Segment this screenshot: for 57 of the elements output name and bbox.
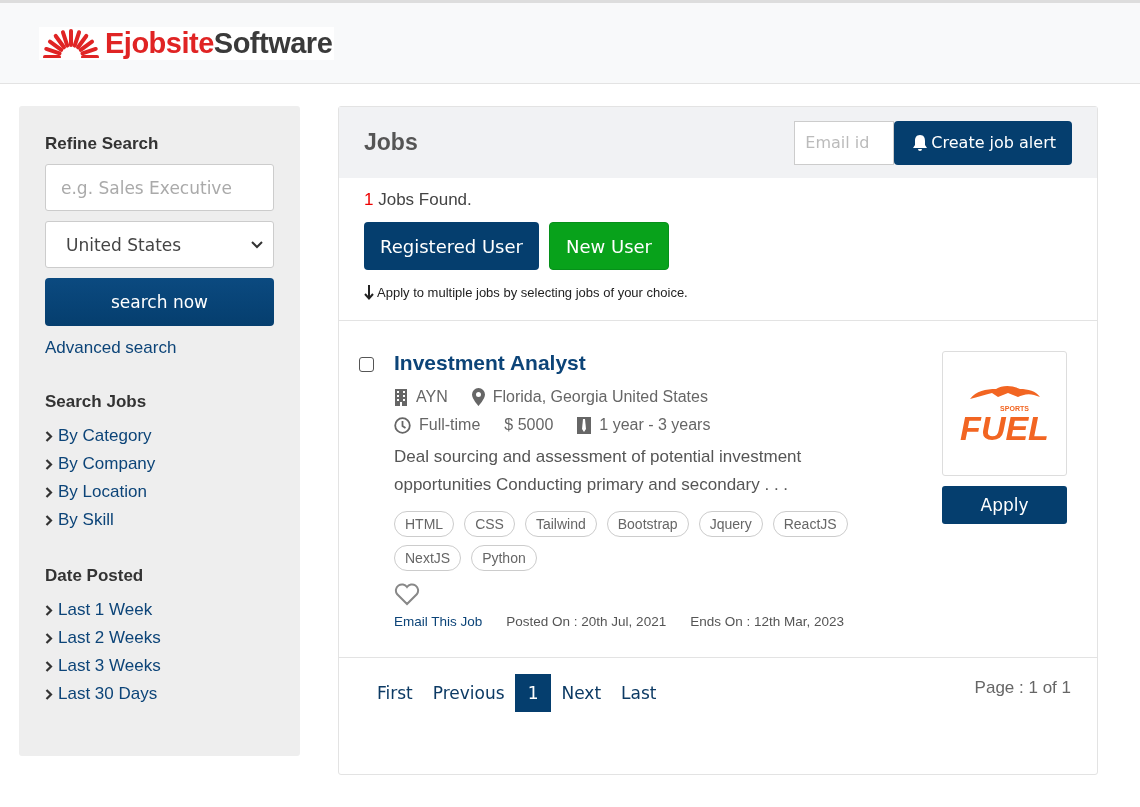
arrow-down-icon — [364, 284, 374, 300]
filter-link[interactable]: Last 1 Week — [58, 600, 153, 620]
search-button[interactable]: search now — [45, 278, 274, 326]
filter-link[interactable]: Last 3 Weeks — [58, 656, 161, 676]
location-pin-icon — [471, 388, 485, 406]
section-title: Date Posted — [45, 566, 145, 586]
chevron-right-icon — [45, 604, 53, 616]
email-job-link[interactable]: Email This Job — [394, 614, 483, 629]
job-type: Full-time — [419, 416, 481, 434]
section-title: Search Jobs — [45, 392, 148, 412]
page-link[interactable]: Next — [551, 674, 612, 712]
hint-text: Apply to multiple jobs by selecting jobs of your choice. — [377, 284, 688, 300]
chevron-right-icon — [45, 660, 53, 672]
sunburst-logo-icon — [41, 28, 101, 58]
job-experience: 1 year - 3 years — [599, 416, 711, 434]
chevron-right-icon — [45, 688, 53, 700]
page-link[interactable]: Last — [611, 674, 667, 712]
keyword-field[interactable]: e.g. Sales Executive — [45, 164, 274, 211]
user-button[interactable]: Registered User — [364, 222, 539, 270]
job-title[interactable]: Investment Analyst — [394, 351, 942, 375]
jobs-found-text: 1 Jobs Found. — [364, 190, 473, 210]
tie-icon — [577, 416, 592, 434]
page-info: Page : 1 of 1 — [974, 678, 1071, 698]
logo-text: EjobsiteSoftware — [105, 26, 333, 60]
filter-link[interactable]: By Category — [58, 426, 152, 446]
create-alert-button[interactable]: Create job alert — [894, 120, 1072, 165]
job-checkbox[interactable] — [359, 357, 374, 372]
company-name: AYN — [416, 388, 448, 406]
heart-icon[interactable] — [394, 583, 420, 606]
building-icon — [394, 388, 408, 406]
advanced-search-link[interactable]: Advanced search — [45, 338, 274, 358]
posted-date: Posted On : 20th Jul, 2021 — [506, 614, 667, 629]
job-location: Florida, Georgia United States — [492, 388, 708, 406]
chevron-right-icon — [45, 486, 53, 498]
job-salary: $ 5000 — [504, 416, 554, 434]
end-date: Ends On : 12th Mar, 2023 — [690, 614, 844, 629]
chevron-down-icon — [251, 240, 263, 249]
page-link[interactable]: Previous — [422, 674, 515, 712]
jobs-title: Jobs — [364, 129, 418, 156]
chevron-right-icon — [45, 514, 53, 526]
filter-link[interactable]: Last 30 Days — [58, 684, 158, 704]
page-link[interactable]: 1 — [514, 674, 552, 712]
chevron-right-icon — [45, 632, 53, 644]
filter-link[interactable]: Last 2 Weeks — [58, 628, 161, 648]
email-field[interactable]: Email id — [794, 120, 895, 165]
bell-icon — [912, 133, 929, 152]
clock-icon — [394, 416, 411, 434]
page-link[interactable]: First — [367, 674, 423, 712]
country-select[interactable]: United States — [45, 221, 274, 268]
filter-link[interactable]: By Skill — [58, 510, 114, 530]
filter-link[interactable]: By Location — [58, 482, 147, 502]
chevron-right-icon — [45, 458, 53, 470]
job-description: Deal sourcing and assessment of potential investment opportunities Conducting primary and secondary . . . — [394, 446, 803, 496]
apply-button[interactable]: Apply — [942, 486, 1067, 524]
chevron-right-icon — [45, 430, 53, 442]
section-title: Refine Search — [45, 134, 160, 154]
filter-link[interactable]: By Company — [58, 454, 156, 474]
